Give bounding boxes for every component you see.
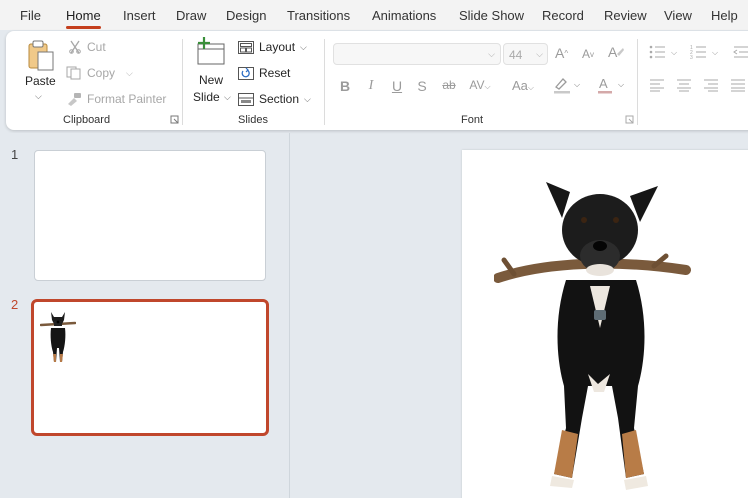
new-slide-label-line2: Slide: [193, 90, 220, 104]
slide-canvas[interactable]: [462, 150, 748, 498]
underline-icon[interactable]: U: [388, 78, 406, 94]
highlight-color-icon[interactable]: ⌵: [552, 76, 582, 94]
tab-home[interactable]: Home: [66, 8, 101, 29]
new-slide-button[interactable]: New Slide ⌵: [192, 37, 232, 107]
dog-picture[interactable]: [494, 178, 694, 498]
dialog-launcher-icon[interactable]: [170, 115, 179, 124]
text-shadow-icon[interactable]: S: [413, 78, 431, 94]
font-name-dropdown-icon: ⌵: [488, 49, 495, 59]
copy-icon: [66, 66, 82, 80]
decrease-font-size-icon[interactable]: Av: [582, 47, 594, 61]
tab-design[interactable]: Design: [226, 8, 266, 23]
change-case-icon[interactable]: Aa⌵: [506, 78, 540, 93]
justify-icon[interactable]: [730, 78, 746, 92]
align-right-icon[interactable]: [703, 78, 719, 92]
bold-icon[interactable]: B: [336, 78, 354, 94]
svg-text:⌵: ⌵: [671, 48, 677, 57]
ribbon-separator: [637, 39, 638, 125]
tab-transitions[interactable]: Transitions: [287, 8, 350, 23]
section-icon: [238, 92, 254, 106]
section-dropdown-icon: ⌵: [304, 93, 311, 104]
slide-thumbnail-1[interactable]: [34, 150, 266, 281]
format-painter-button[interactable]: Format Painter: [66, 92, 166, 106]
clipboard-icon: [27, 39, 55, 71]
slide-number: 1: [11, 147, 19, 162]
cut-label: Cut: [87, 40, 106, 54]
paste-button[interactable]: Paste ⌵: [20, 39, 60, 105]
clipboard-group-label: Clipboard: [63, 114, 111, 126]
tab-insert[interactable]: Insert: [123, 8, 156, 23]
menu-tab-bar: File Home Insert Draw Design Transitions…: [0, 0, 748, 30]
slide-number: 2: [11, 297, 19, 312]
tab-draw[interactable]: Draw: [176, 8, 206, 23]
tab-slide-show[interactable]: Slide Show: [459, 8, 524, 23]
ribbon: Paste ⌵ Cut Copy ⌵ Format Painter Clipbo…: [6, 31, 748, 130]
copy-dropdown-icon[interactable]: ⌵: [126, 68, 133, 79]
ribbon-separator: [324, 39, 325, 125]
slide-thumbnail-2[interactable]: [31, 299, 269, 436]
tab-file[interactable]: File: [20, 8, 41, 23]
svg-text:⌵: ⌵: [712, 48, 718, 57]
font-size-dropdown-icon: ⌵: [536, 49, 543, 59]
font-size-select[interactable]: 44 ⌵: [503, 43, 548, 65]
tab-review[interactable]: Review: [604, 8, 647, 23]
increase-font-size-icon[interactable]: A ^: [555, 45, 568, 61]
font-group-label: Font: [461, 114, 484, 126]
svg-text:3: 3: [690, 55, 693, 60]
new-slide-icon: [195, 37, 227, 67]
copy-label: Copy: [87, 66, 116, 80]
font-name-select[interactable]: ⌵: [333, 43, 501, 65]
section-button[interactable]: Section ⌵: [238, 92, 311, 106]
tab-view[interactable]: View: [664, 8, 692, 23]
layout-label: Layout: [259, 40, 296, 54]
new-slide-label-line1: New: [199, 73, 224, 87]
pane-divider[interactable]: [289, 133, 290, 498]
reset-button[interactable]: Reset: [238, 66, 290, 80]
layout-button[interactable]: Layout ⌵: [238, 40, 307, 54]
align-center-icon[interactable]: [676, 78, 692, 92]
reset-icon: [238, 66, 254, 80]
font-dialog-launcher-icon[interactable]: [625, 115, 634, 124]
svg-text:⌵: ⌵: [574, 80, 580, 89]
character-spacing-icon[interactable]: AV⌵: [466, 78, 494, 92]
reset-label: Reset: [259, 66, 291, 80]
scissors-icon: [68, 40, 82, 54]
font-color-icon[interactable]: A ⌵: [596, 76, 626, 94]
new-slide-dropdown-icon[interactable]: ⌵: [224, 92, 231, 103]
format-painter-label: Format Painter: [87, 92, 167, 106]
tab-help[interactable]: Help: [711, 8, 738, 23]
dog-picture-thumbnail: [40, 308, 76, 364]
numbering-icon[interactable]: 1 2 3 ⌵: [690, 44, 720, 60]
paintbrush-icon: [66, 92, 82, 106]
svg-text:A: A: [608, 44, 618, 60]
clear-formatting-icon[interactable]: A: [607, 44, 625, 60]
italic-icon[interactable]: I: [362, 78, 380, 94]
strikethrough-icon[interactable]: ab: [440, 78, 458, 92]
tab-animations[interactable]: Animations: [372, 8, 436, 23]
slide-thumbnail-pane: 1 2: [0, 133, 289, 498]
svg-text:⌵: ⌵: [618, 80, 624, 89]
paste-dropdown-icon[interactable]: ⌵: [35, 91, 42, 102]
section-label: Section: [259, 92, 300, 106]
paste-label: Paste: [25, 74, 56, 88]
cut-button[interactable]: Cut: [68, 40, 106, 54]
bullets-icon[interactable]: ⌵: [649, 44, 679, 60]
layout-dropdown-icon: ⌵: [300, 41, 307, 52]
slides-group-label: Slides: [238, 114, 268, 126]
align-left-icon[interactable]: [649, 78, 665, 92]
svg-text:A: A: [599, 76, 608, 91]
tab-record[interactable]: Record: [542, 8, 584, 23]
decrease-indent-icon[interactable]: [733, 44, 748, 60]
copy-button[interactable]: Copy ⌵: [66, 66, 133, 80]
layout-icon: [238, 40, 254, 54]
font-size-value: 44: [509, 48, 523, 62]
ribbon-separator: [182, 39, 183, 125]
